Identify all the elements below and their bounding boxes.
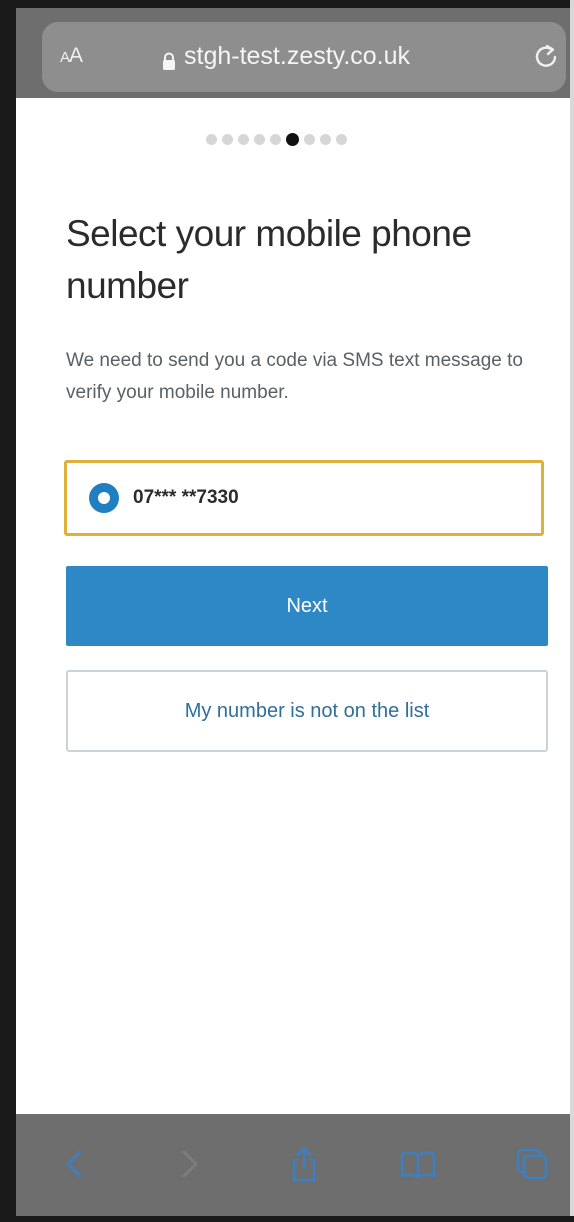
phone-number-option[interactable]: 07*** **7330	[64, 460, 544, 536]
device-frame-left	[0, 0, 16, 1222]
step-progress-dots	[206, 133, 347, 146]
lock-icon	[162, 48, 176, 70]
device-frame-bottom	[0, 1216, 574, 1222]
page-title: Select your mobile phone number	[66, 213, 472, 306]
progress-dot	[270, 134, 281, 145]
progress-dot	[336, 134, 347, 145]
device-frame-top	[0, 0, 574, 8]
next-button[interactable]: Next	[66, 566, 548, 646]
device-frame-right	[570, 0, 574, 1222]
page: AA stgh-test.zesty.co.uk Select your mob	[0, 0, 574, 1222]
number-not-listed-button[interactable]: My number is not on the list	[66, 670, 548, 752]
forward-icon[interactable]	[168, 1144, 208, 1184]
progress-dot	[304, 134, 315, 145]
progress-dot	[222, 134, 233, 145]
progress-dot	[254, 134, 265, 145]
address-bar[interactable]: AA stgh-test.zesty.co.uk	[42, 22, 566, 92]
tabs-icon[interactable]	[512, 1144, 552, 1184]
phone-number-label: 07*** **7330	[133, 487, 239, 508]
bookmarks-icon[interactable]	[398, 1144, 438, 1184]
page-description: We need to send you a code via SMS text …	[66, 350, 523, 403]
browser-top-bar: AA stgh-test.zesty.co.uk	[16, 8, 570, 98]
phone-number-radio[interactable]	[89, 483, 119, 513]
browser-bottom-toolbar	[16, 1114, 570, 1216]
progress-dot	[320, 134, 331, 145]
reload-icon[interactable]	[530, 40, 562, 72]
url-text: stgh-test.zesty.co.uk	[184, 42, 411, 70]
back-icon[interactable]	[56, 1144, 96, 1184]
reader-settings-button[interactable]: AA	[60, 44, 83, 68]
url-display[interactable]: stgh-test.zesty.co.uk	[162, 42, 410, 71]
share-icon[interactable]	[284, 1144, 324, 1184]
progress-dot	[238, 134, 249, 145]
progress-dot-active	[286, 133, 299, 146]
progress-dot	[206, 134, 217, 145]
